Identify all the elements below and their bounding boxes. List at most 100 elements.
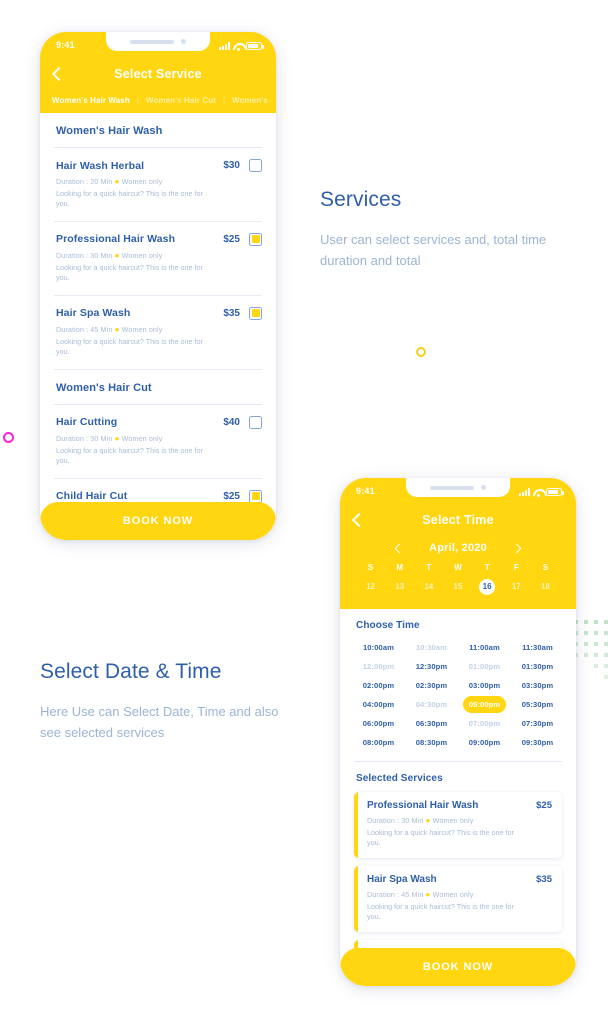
book-now-label: BOOK NOW [122, 515, 194, 527]
selected-service-description: Looking for a quick haircut? This is the… [367, 901, 514, 922]
front-camera [181, 39, 186, 44]
book-now-button[interactable]: BOOK NOW [40, 502, 276, 540]
selected-service-price: $35 [536, 873, 552, 885]
time-slot-0500pm-selected[interactable]: 05:00pm [463, 696, 506, 713]
service-description: Looking for a quick haircut? This is the… [56, 189, 203, 209]
time-slot-0900pm[interactable]: 09:00pm [458, 734, 511, 751]
group-title-hair-wash: Women's Hair Wash [56, 125, 163, 137]
status-bar-time: 9:41 [56, 40, 75, 50]
selected-service-card-hair-spa-wash[interactable]: Hair Spa Wash $35 Duration : 45 Min ● Wo… [354, 865, 562, 932]
calendar-month-row: April, 2020 [356, 542, 560, 554]
time-slot-0830pm[interactable]: 08:30pm [405, 734, 458, 751]
dot-grid-dot [604, 653, 608, 657]
service-price: $35 [223, 307, 240, 319]
calendar-date-15[interactable]: 15 [443, 579, 472, 595]
tab-womens-hair-cut[interactable]: Women's Hair Cut [146, 96, 216, 105]
time-slot-0130pm[interactable]: 01:30pm [511, 658, 564, 675]
selected-service-duration: Duration : 45 Min [367, 889, 424, 899]
tab-womens-more[interactable]: Women's [232, 96, 268, 105]
dot-grid-dot [584, 653, 588, 657]
service-meta: Duration : 45 Min ● Women only [56, 325, 262, 334]
front-camera [481, 485, 486, 490]
dot-grid-dot [604, 664, 608, 668]
service-row-top: Professional Hair Wash $25 [56, 232, 262, 246]
service-row-hair-spa-wash[interactable]: Hair Spa Wash $35 Duration : 45 Min ● Wo… [40, 296, 276, 369]
time-slot-0230pm[interactable]: 02:30pm [405, 677, 458, 694]
dot-grid-dot [604, 675, 608, 679]
service-row-professional-hair-wash[interactable]: Professional Hair Wash $25 Duration : 30… [40, 222, 276, 295]
time-slot-0630pm[interactable]: 06:30pm [405, 715, 458, 732]
time-slot-grid: 10:00am 10:30am 11:00am 11:30am 12:00pm … [340, 639, 576, 751]
service-price: $25 [223, 233, 240, 245]
choose-time-title: Choose Time [356, 620, 420, 631]
calendar-date-13[interactable]: 13 [385, 579, 414, 595]
time-slot-1230pm[interactable]: 12:30pm [405, 658, 458, 675]
nav-bar: Select Service [40, 58, 276, 90]
calendar-date-14[interactable]: 14 [414, 579, 443, 595]
time-slot-1000am[interactable]: 10:00am [352, 639, 405, 656]
tab-separator: | [222, 96, 226, 105]
card-top: Hair Spa Wash $35 [367, 874, 552, 885]
service-duration: Duration : 30 Min [56, 250, 113, 260]
service-list[interactable]: Women's Hair Wash Hair Wash Herbal $30 D… [40, 113, 276, 540]
selected-service-name: Professional Hair Wash [367, 800, 479, 811]
time-slot-0300pm[interactable]: 03:00pm [458, 677, 511, 694]
service-row-hair-wash-herbal[interactable]: Hair Wash Herbal $30 Duration : 20 Min ●… [40, 148, 276, 221]
service-checkbox[interactable] [249, 489, 262, 503]
dot-grid-dot [604, 620, 608, 624]
day-name: T [484, 563, 490, 572]
service-meta: Duration : 20 Min ● Women only [56, 177, 262, 186]
annotation-services: Services User can select services and, t… [320, 188, 570, 272]
service-checkbox[interactable] [249, 232, 262, 246]
time-slot-1130am[interactable]: 11:30am [511, 639, 564, 656]
service-row-top: Hair Wash Herbal $30 [56, 159, 262, 172]
service-row-top: Hair Spa Wash $35 [56, 306, 262, 320]
time-slot-1100am[interactable]: 11:00am [458, 639, 511, 656]
selected-services-title: Selected Services [356, 773, 443, 784]
phone-notch [406, 478, 510, 497]
time-slot-0530pm[interactable]: 05:30pm [511, 696, 564, 713]
time-slot-0330pm[interactable]: 03:30pm [511, 677, 564, 694]
calendar-date-16-selected[interactable]: 16 [473, 579, 502, 595]
chevron-left-icon[interactable] [394, 543, 405, 553]
calendar-date-12[interactable]: 12 [356, 579, 385, 595]
service-checkbox[interactable] [249, 306, 262, 320]
tab-womens-hair-wash[interactable]: Women's Hair Wash [52, 96, 130, 105]
time-slot-0930pm[interactable]: 09:30pm [511, 734, 564, 751]
selected-service-description: Looking for a quick haircut? This is the… [367, 828, 514, 848]
calendar-date-18[interactable]: 18 [531, 579, 560, 595]
chevron-left-icon[interactable] [51, 66, 67, 82]
calendar-date-17[interactable]: 17 [502, 579, 531, 595]
service-row-hair-cutting[interactable]: Hair Cutting $40 Duration : 30 Min ● Wom… [40, 405, 276, 478]
service-meta: Duration : 30 Min ● Women only [56, 251, 262, 260]
selected-service-card-professional-hair-wash[interactable]: Professional Hair Wash $25 Duration : 30… [354, 792, 562, 858]
service-checkbox[interactable] [249, 159, 262, 172]
book-now-button[interactable]: BOOK NOW [340, 948, 576, 986]
calendar-strip: April, 2020 S M T W T F S 12 13 14 15 16… [340, 536, 576, 609]
card-top: Professional Hair Wash $25 [367, 800, 552, 811]
status-bar: 9:41 [40, 32, 276, 58]
time-slot-0400pm[interactable]: 04:00pm [352, 696, 405, 713]
bullet-dot-icon: ● [114, 433, 120, 443]
service-duration: Duration : 20 Min [56, 177, 113, 186]
time-slot-1030am: 10:30am [415, 643, 448, 652]
service-name: Professional Hair Wash [56, 233, 176, 246]
day-name: T [426, 563, 432, 572]
service-duration: Duration : 30 Min [56, 433, 113, 443]
chevron-left-icon[interactable] [351, 512, 367, 528]
status-bar-icons [519, 486, 564, 497]
time-slot-0200pm[interactable]: 02:00pm [352, 677, 405, 694]
page-title: Select Time [422, 513, 494, 527]
time-slot-0730pm[interactable]: 07:30pm [511, 715, 564, 732]
chevron-right-icon[interactable] [511, 543, 522, 553]
time-slot-0600pm[interactable]: 06:00pm [352, 715, 405, 732]
group-title-hair-cut: Women's Hair Cut [56, 381, 152, 394]
selected-service-duration: Duration : 30 Min [367, 816, 424, 825]
datetime-body[interactable]: Choose Time 10:00am 10:30am 11:00am 11:3… [340, 609, 576, 986]
service-checkbox[interactable] [249, 415, 262, 429]
battery-icon [246, 42, 264, 50]
time-slot-0800pm[interactable]: 08:00pm [352, 734, 405, 751]
nav-bar: Select Time [340, 504, 576, 536]
decorative-ring-magenta [3, 432, 14, 443]
bullet-dot-icon: ● [425, 889, 431, 899]
